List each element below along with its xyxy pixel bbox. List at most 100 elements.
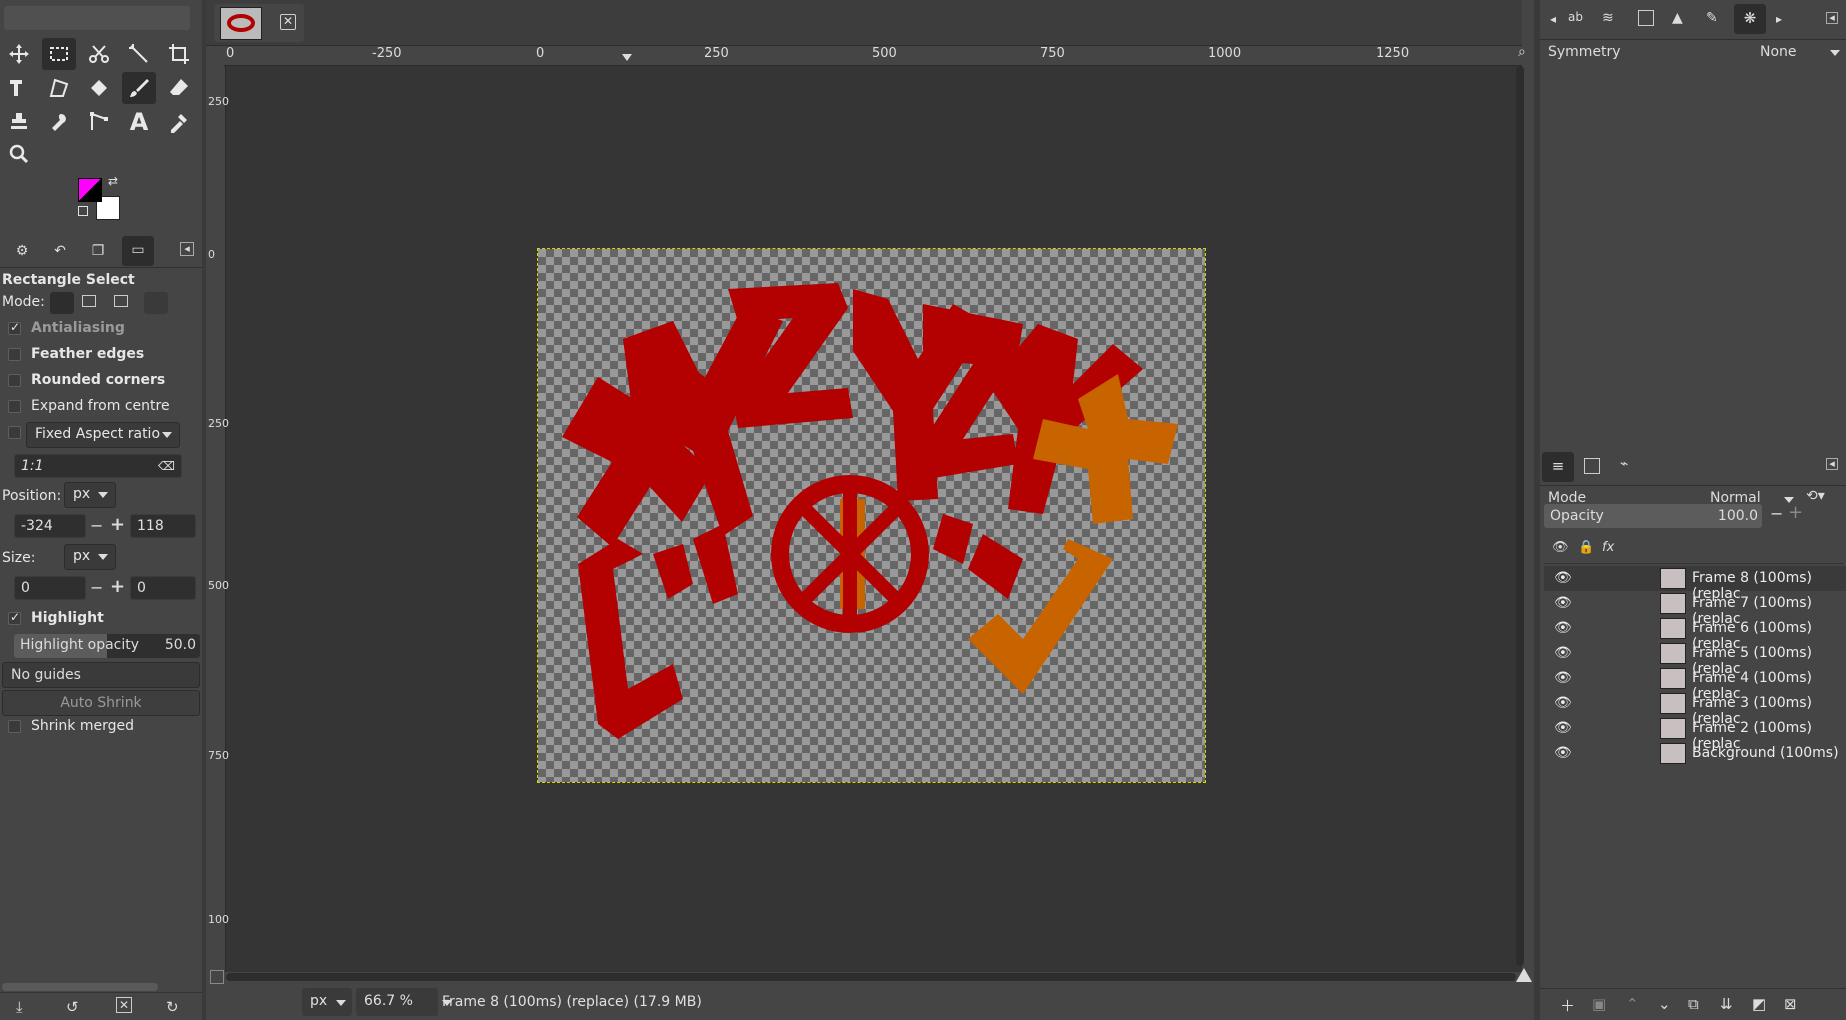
warp-transform-icon[interactable]	[42, 72, 76, 104]
antialiasing-checkbox[interactable]	[8, 320, 21, 335]
paths-icon[interactable]	[82, 106, 116, 138]
auto-shrink-button[interactable]: Auto Shrink	[2, 690, 200, 716]
paths-tab-icon[interactable]: ⌁	[1620, 456, 1628, 472]
histogram-tab-icon[interactable]: ▲	[1672, 10, 1683, 26]
horizontal-scrollbar[interactable]	[226, 973, 1516, 981]
fx-icon[interactable]: fx	[1602, 540, 1614, 555]
eraser-icon[interactable]	[162, 72, 196, 104]
size-h-field[interactable]: 0	[130, 576, 196, 600]
eye-icon[interactable]: 👁	[1554, 670, 1572, 686]
smudge-icon[interactable]	[42, 106, 76, 138]
opacity-slider[interactable]: Opacity 100.0	[1544, 504, 1762, 528]
zoom-image-icon[interactable]: ⌕	[1518, 44, 1526, 60]
layer-row[interactable]: 👁 Frame 2 (100ms) (replac	[1544, 716, 1846, 752]
device-status-tab-icon[interactable]: ▭	[122, 236, 154, 266]
move-tool-icon[interactable]	[2, 38, 36, 70]
rounded-checkbox[interactable]	[8, 373, 21, 387]
position-unit-dropdown[interactable]: px	[64, 482, 116, 508]
foreground-swatch[interactable]	[78, 178, 102, 202]
plus-icon[interactable]: +	[110, 514, 125, 535]
ruler-corner-icon[interactable]	[206, 46, 226, 66]
opacity-minus-icon[interactable]: −	[1770, 504, 1783, 523]
close-icon[interactable]: ✕	[280, 14, 296, 30]
aspect-field[interactable]: 1:1 ⌫	[14, 454, 182, 478]
wilber-drop-area[interactable]	[4, 6, 190, 30]
eye-icon[interactable]: 👁	[1554, 695, 1572, 711]
layer-row[interactable]: 👁 Background (100ms)	[1544, 741, 1846, 766]
configure-tab-icon[interactable]: ◂	[180, 242, 194, 256]
tool-options-tab-icon[interactable]: ⚙	[8, 238, 36, 264]
brush-tab-icon[interactable]: ✎	[1706, 10, 1718, 26]
highlight-opacity-slider[interactable]: Highlight opacity 50.0	[14, 634, 200, 658]
mode-replace-icon[interactable]	[50, 292, 74, 314]
default-colors-icon[interactable]	[78, 206, 88, 216]
expand-row[interactable]: Expand from centre	[8, 398, 210, 414]
vertical-scrollbar[interactable]	[1516, 66, 1524, 966]
channels-dock-tab-icon[interactable]	[1584, 458, 1600, 474]
delete-options-icon[interactable]: ✕	[116, 997, 132, 1013]
fixed-aspect-dropdown[interactable]: Fixed Aspect ratio	[26, 422, 180, 448]
mode-intersect-icon[interactable]	[144, 292, 168, 314]
merge-layer-icon[interactable]: ⇊	[1720, 995, 1733, 1013]
scissors-select-icon[interactable]	[82, 38, 116, 70]
pos-y-field[interactable]: 118	[130, 514, 196, 538]
mode-switch-icon[interactable]: ⟲▾	[1806, 488, 1825, 504]
layer-row[interactable]: 👁 Frame 5 (100ms) (replac	[1544, 641, 1846, 677]
zoom-icon[interactable]	[2, 138, 36, 170]
paintbrush-icon[interactable]	[122, 72, 156, 104]
configure-right-tab-icon[interactable]: ◂	[1826, 12, 1838, 24]
quick-mask-icon[interactable]	[210, 970, 224, 984]
rectangle-select-icon[interactable]	[42, 38, 76, 70]
brushes-tab-icon[interactable]: ≋	[1602, 10, 1614, 26]
opacity-plus-icon[interactable]: +	[1788, 502, 1803, 523]
pane-resize-handle[interactable]	[1540, 438, 1846, 444]
configure-layers-tab-icon[interactable]: ◂	[1826, 458, 1838, 470]
feather-checkbox[interactable]	[8, 347, 21, 361]
eye-icon[interactable]: 👁	[1554, 620, 1572, 636]
highlight-checkbox[interactable]	[8, 610, 21, 625]
unified-transform-icon[interactable]	[2, 72, 36, 104]
canvas-area[interactable]	[206, 46, 1522, 972]
lock-icon[interactable]: 🔒	[1578, 540, 1594, 555]
minus-icon[interactable]: −	[90, 516, 103, 535]
shrink-merged-row[interactable]: Shrink merged	[8, 718, 210, 734]
duplicate-layer-icon[interactable]: ⧉	[1688, 995, 1699, 1013]
patterns-tab-icon[interactable]	[1638, 10, 1654, 26]
size-unit-dropdown[interactable]: px	[64, 544, 116, 570]
ruler-left[interactable]: 250 0 250 500 750 100	[206, 66, 229, 972]
fuzzy-select-icon[interactable]	[122, 38, 156, 70]
antialiasing-row[interactable]: Antialiasing	[8, 320, 210, 336]
images-tab-icon[interactable]: ❐	[84, 238, 112, 264]
undo-history-tab-icon[interactable]: ↶	[46, 238, 74, 264]
navigate-icon[interactable]	[1516, 968, 1532, 982]
scroll-right-icon[interactable]: ▸	[1776, 12, 1782, 26]
new-layer-icon[interactable]: ＋	[1560, 995, 1575, 1016]
eye-icon[interactable]: 👁	[1554, 570, 1572, 586]
save-options-icon[interactable]: ⤓	[16, 998, 23, 1016]
clear-icon[interactable]: ⌫	[158, 459, 175, 473]
crop-icon[interactable]	[162, 38, 196, 70]
shrink-merged-checkbox[interactable]	[8, 719, 21, 733]
bucket-fill-icon[interactable]	[82, 72, 116, 104]
mode-add-icon[interactable]	[82, 295, 96, 307]
expand-checkbox[interactable]	[8, 399, 21, 413]
lower-layer-icon[interactable]: ⌄	[1658, 995, 1671, 1013]
layer-row[interactable]: 👁 Frame 6 (100ms) (replac	[1544, 616, 1846, 652]
rounded-row[interactable]: Rounded corners	[8, 372, 210, 388]
highlight-row[interactable]: Highlight	[8, 610, 210, 626]
pos-x-field[interactable]: -324	[14, 514, 86, 538]
size-plus-icon[interactable]: +	[110, 576, 125, 597]
image-canvas[interactable]	[537, 248, 1206, 783]
channels-tab-icon[interactable]: ab	[1568, 10, 1583, 24]
delete-layer-icon[interactable]: ⊠	[1784, 995, 1797, 1013]
image-tab[interactable]: ✕	[214, 4, 304, 42]
clone-icon[interactable]	[2, 106, 36, 138]
symmetry-dropdown[interactable]: None	[1760, 42, 1844, 64]
scroll-left-icon[interactable]: ◂	[1550, 12, 1556, 26]
visibility-header-icon[interactable]: 👁	[1552, 540, 1569, 555]
color-picker-icon[interactable]	[162, 106, 196, 138]
eye-icon[interactable]: 👁	[1554, 745, 1572, 761]
mask-icon[interactable]: ◩	[1752, 995, 1766, 1013]
toolbox-scrollbar[interactable]	[2, 983, 158, 991]
layers-tab-icon[interactable]: ≡	[1542, 452, 1574, 482]
